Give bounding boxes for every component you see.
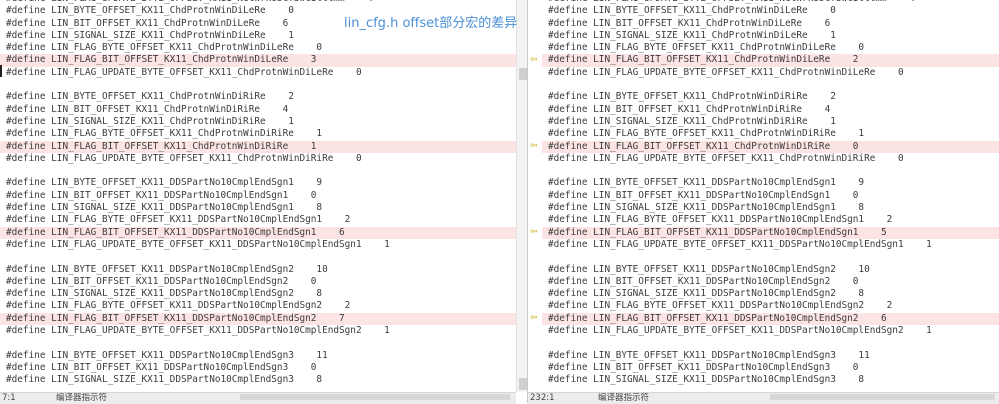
- code-line[interactable]: #define LIN_FLAG_UPDATE_BYTE_OFFSET_KX11…: [542, 153, 999, 165]
- left-diff-pane[interactable]: #define LIN_FLAG_UPDATE_BYTE_OFFSET_KX11…: [0, 0, 516, 392]
- code-line[interactable]: #define LIN_BYTE_OFFSET_KX11_DDSPartNo10…: [0, 264, 516, 276]
- right-cursor-position: 232:1: [530, 393, 555, 403]
- code-line[interactable]: #define LIN_SIGNAL_SIZE_KX11_DDSPartNo10…: [542, 374, 999, 386]
- code-line[interactable]: #define LIN_BYTE_OFFSET_KX11_ChdProtnWin…: [0, 91, 516, 103]
- left-code-lines: #define LIN_FLAG_UPDATE_BYTE_OFFSET_KX11…: [0, 0, 516, 387]
- code-line[interactable]: #define LIN_BYTE_OFFSET_KX11_ChdProtnWin…: [542, 5, 999, 17]
- annotation-text: lin_cfg.h offset部分宏的差异: [344, 16, 518, 31]
- code-line[interactable]: #define LIN_SIGNAL_SIZE_KX11_DDSPartNo10…: [542, 202, 999, 214]
- code-line[interactable]: #define LIN_FLAG_UPDATE_BYTE_OFFSET_KX11…: [0, 239, 516, 251]
- code-line[interactable]: #define LIN_FLAG_UPDATE_BYTE_OFFSET_KX11…: [0, 67, 516, 79]
- code-line[interactable]: #define LIN_FLAG_BYTE_OFFSET_KX11_DDSPar…: [0, 214, 516, 226]
- code-line[interactable]: #define LIN_BYTE_OFFSET_KX11_ChdProtnWin…: [542, 91, 999, 103]
- code-line[interactable]: #define LIN_BIT_OFFSET_KX11_DDSPartNo10C…: [542, 362, 999, 374]
- code-line[interactable]: #define LIN_BIT_OFFSET_KX11_DDSPartNo10C…: [0, 190, 516, 202]
- code-line[interactable]: #define LIN_SIGNAL_SIZE_KX11_DDSPartNo10…: [0, 202, 516, 214]
- left-encoding-label: 编译器指示符: [56, 393, 108, 403]
- scrollbar-thumb-lower[interactable]: [519, 378, 527, 390]
- diff-code-line[interactable]: #define LIN_FLAG_BIT_OFFSET_KX11_DDSPart…: [542, 226, 999, 239]
- diff-code-line[interactable]: #define LIN_FLAG_BIT_OFFSET_KX11_ChdProt…: [0, 54, 516, 67]
- code-line[interactable]: #define LIN_BIT_OFFSET_KX11_DDSPartNo10C…: [0, 276, 516, 288]
- code-line[interactable]: #define LIN_BIT_OFFSET_KX11_ChdProtnWinD…: [542, 104, 999, 116]
- code-line[interactable]: #define LIN_BIT_OFFSET_KX11_ChdProtnWinD…: [542, 18, 999, 30]
- code-line[interactable]: #define LIN_SIGNAL_SIZE_KX11_ChdProtnWin…: [542, 116, 999, 128]
- code-line[interactable]: #define LIN_SIGNAL_SIZE_KX11_ChdProtnWin…: [542, 30, 999, 42]
- diff-code-line[interactable]: #define LIN_FLAG_BIT_OFFSET_KX11_DDSPart…: [542, 312, 999, 326]
- diff-code-line[interactable]: #define LIN_FLAG_BIT_OFFSET_KX11_DDSPart…: [0, 312, 516, 326]
- code-line[interactable]: #define LIN_FLAG_BYTE_OFFSET_KX11_DDSPar…: [542, 214, 999, 226]
- code-line[interactable]: #define LIN_FLAG_UPDATE_BYTE_OFFSET_KX11…: [542, 239, 999, 251]
- diff-code-line[interactable]: #define LIN_FLAG_BIT_OFFSET_KX11_ChdProt…: [542, 54, 999, 67]
- code-line[interactable]: [542, 165, 999, 177]
- code-line[interactable]: #define LIN_BYTE_OFFSET_KX11_DDSPartNo10…: [542, 264, 999, 276]
- code-line[interactable]: #define LIN_BIT_OFFSET_KX11_ChdProtnWinD…: [0, 104, 516, 116]
- code-line[interactable]: #define LIN_BYTE_OFFSET_KX11_DDSPartNo10…: [542, 350, 999, 362]
- code-line[interactable]: #define LIN_FLAG_BYTE_OFFSET_KX11_ChdPro…: [542, 128, 999, 140]
- code-line[interactable]: #define LIN_FLAG_BYTE_OFFSET_KX11_ChdPro…: [0, 128, 516, 140]
- code-line[interactable]: [0, 79, 516, 91]
- code-line[interactable]: #define LIN_FLAG_UPDATE_BYTE_OFFSET_KX11…: [542, 325, 999, 337]
- right-diff-pane[interactable]: #define LIN_FLAG_UPDATE_BYTE_OFFSET_KX11…: [528, 0, 999, 392]
- code-line[interactable]: [0, 251, 516, 263]
- code-line[interactable]: #define LIN_SIGNAL_SIZE_KX11_DDSPartNo10…: [0, 374, 516, 386]
- code-line[interactable]: #define LIN_FLAG_UPDATE_BYTE_OFFSET_KX11…: [0, 325, 516, 337]
- code-line[interactable]: [542, 251, 999, 263]
- code-line[interactable]: #define LIN_BYTE_OFFSET_KX11_DDSPartNo10…: [0, 350, 516, 362]
- code-line[interactable]: #define LIN_BIT_OFFSET_KX11_DDSPartNo10C…: [0, 362, 516, 374]
- code-line[interactable]: #define LIN_FLAG_BYTE_OFFSET_KX11_ChdPro…: [0, 42, 516, 54]
- code-line[interactable]: #define LIN_SIGNAL_SIZE_KX11_ChdProtnWin…: [0, 116, 516, 128]
- code-line[interactable]: #define LIN_FLAG_UPDATE_BYTE_OFFSET_KX11…: [0, 153, 516, 165]
- code-line[interactable]: [0, 337, 516, 349]
- code-line[interactable]: #define LIN_FLAG_BYTE_OFFSET_KX11_DDSPar…: [542, 300, 999, 312]
- diff-arrow-icon[interactable]: ⇦: [530, 227, 540, 237]
- text-cursor: [0, 65, 2, 77]
- code-line[interactable]: #define LIN_FLAG_BYTE_OFFSET_KX11_DDSPar…: [0, 300, 516, 312]
- diff-arrow-icon[interactable]: ⇦: [530, 313, 540, 323]
- code-line[interactable]: #define LIN_FLAG_BYTE_OFFSET_KX11_ChdPro…: [542, 42, 999, 54]
- code-line[interactable]: [542, 79, 999, 91]
- right-code-lines: #define LIN_FLAG_UPDATE_BYTE_OFFSET_KX11…: [542, 0, 999, 387]
- code-line[interactable]: #define LIN_BYTE_OFFSET_KX11_DDSPartNo10…: [542, 177, 999, 189]
- code-line[interactable]: [542, 337, 999, 349]
- code-line[interactable]: #define LIN_SIGNAL_SIZE_KX11_DDSPartNo10…: [0, 288, 516, 300]
- code-line[interactable]: [0, 165, 516, 177]
- diff-arrow-icon[interactable]: ⇦: [530, 141, 540, 151]
- code-line[interactable]: #define LIN_BYTE_OFFSET_KX11_DDSPartNo10…: [0, 177, 516, 189]
- right-horizontal-scrollbar[interactable]: [770, 394, 995, 400]
- code-line[interactable]: #define LIN_SIGNAL_SIZE_KX11_DDSPartNo10…: [542, 288, 999, 300]
- right-encoding-label: 编译器指示符: [598, 393, 650, 403]
- diff-code-line[interactable]: #define LIN_FLAG_BIT_OFFSET_KX11_ChdProt…: [542, 140, 999, 153]
- scrollbar-thumb[interactable]: [519, 68, 527, 80]
- left-horizontal-scrollbar[interactable]: [240, 394, 510, 400]
- left-cursor-position: 7:1: [2, 393, 16, 403]
- diff-arrow-icon[interactable]: ⇦: [530, 55, 540, 65]
- code-line[interactable]: #define LIN_SIGNAL_SIZE_KX11_ChdProtnWin…: [0, 30, 516, 42]
- code-line[interactable]: #define LIN_FLAG_UPDATE_BYTE_OFFSET_KX11…: [542, 67, 999, 79]
- diff-code-line[interactable]: #define LIN_FLAG_BIT_OFFSET_KX11_DDSPart…: [0, 226, 516, 239]
- code-line[interactable]: #define LIN_BIT_OFFSET_KX11_DDSPartNo10C…: [542, 276, 999, 288]
- code-line[interactable]: #define LIN_BIT_OFFSET_KX11_DDSPartNo10C…: [542, 190, 999, 202]
- diff-code-line[interactable]: #define LIN_FLAG_BIT_OFFSET_KX11_ChdProt…: [0, 140, 516, 153]
